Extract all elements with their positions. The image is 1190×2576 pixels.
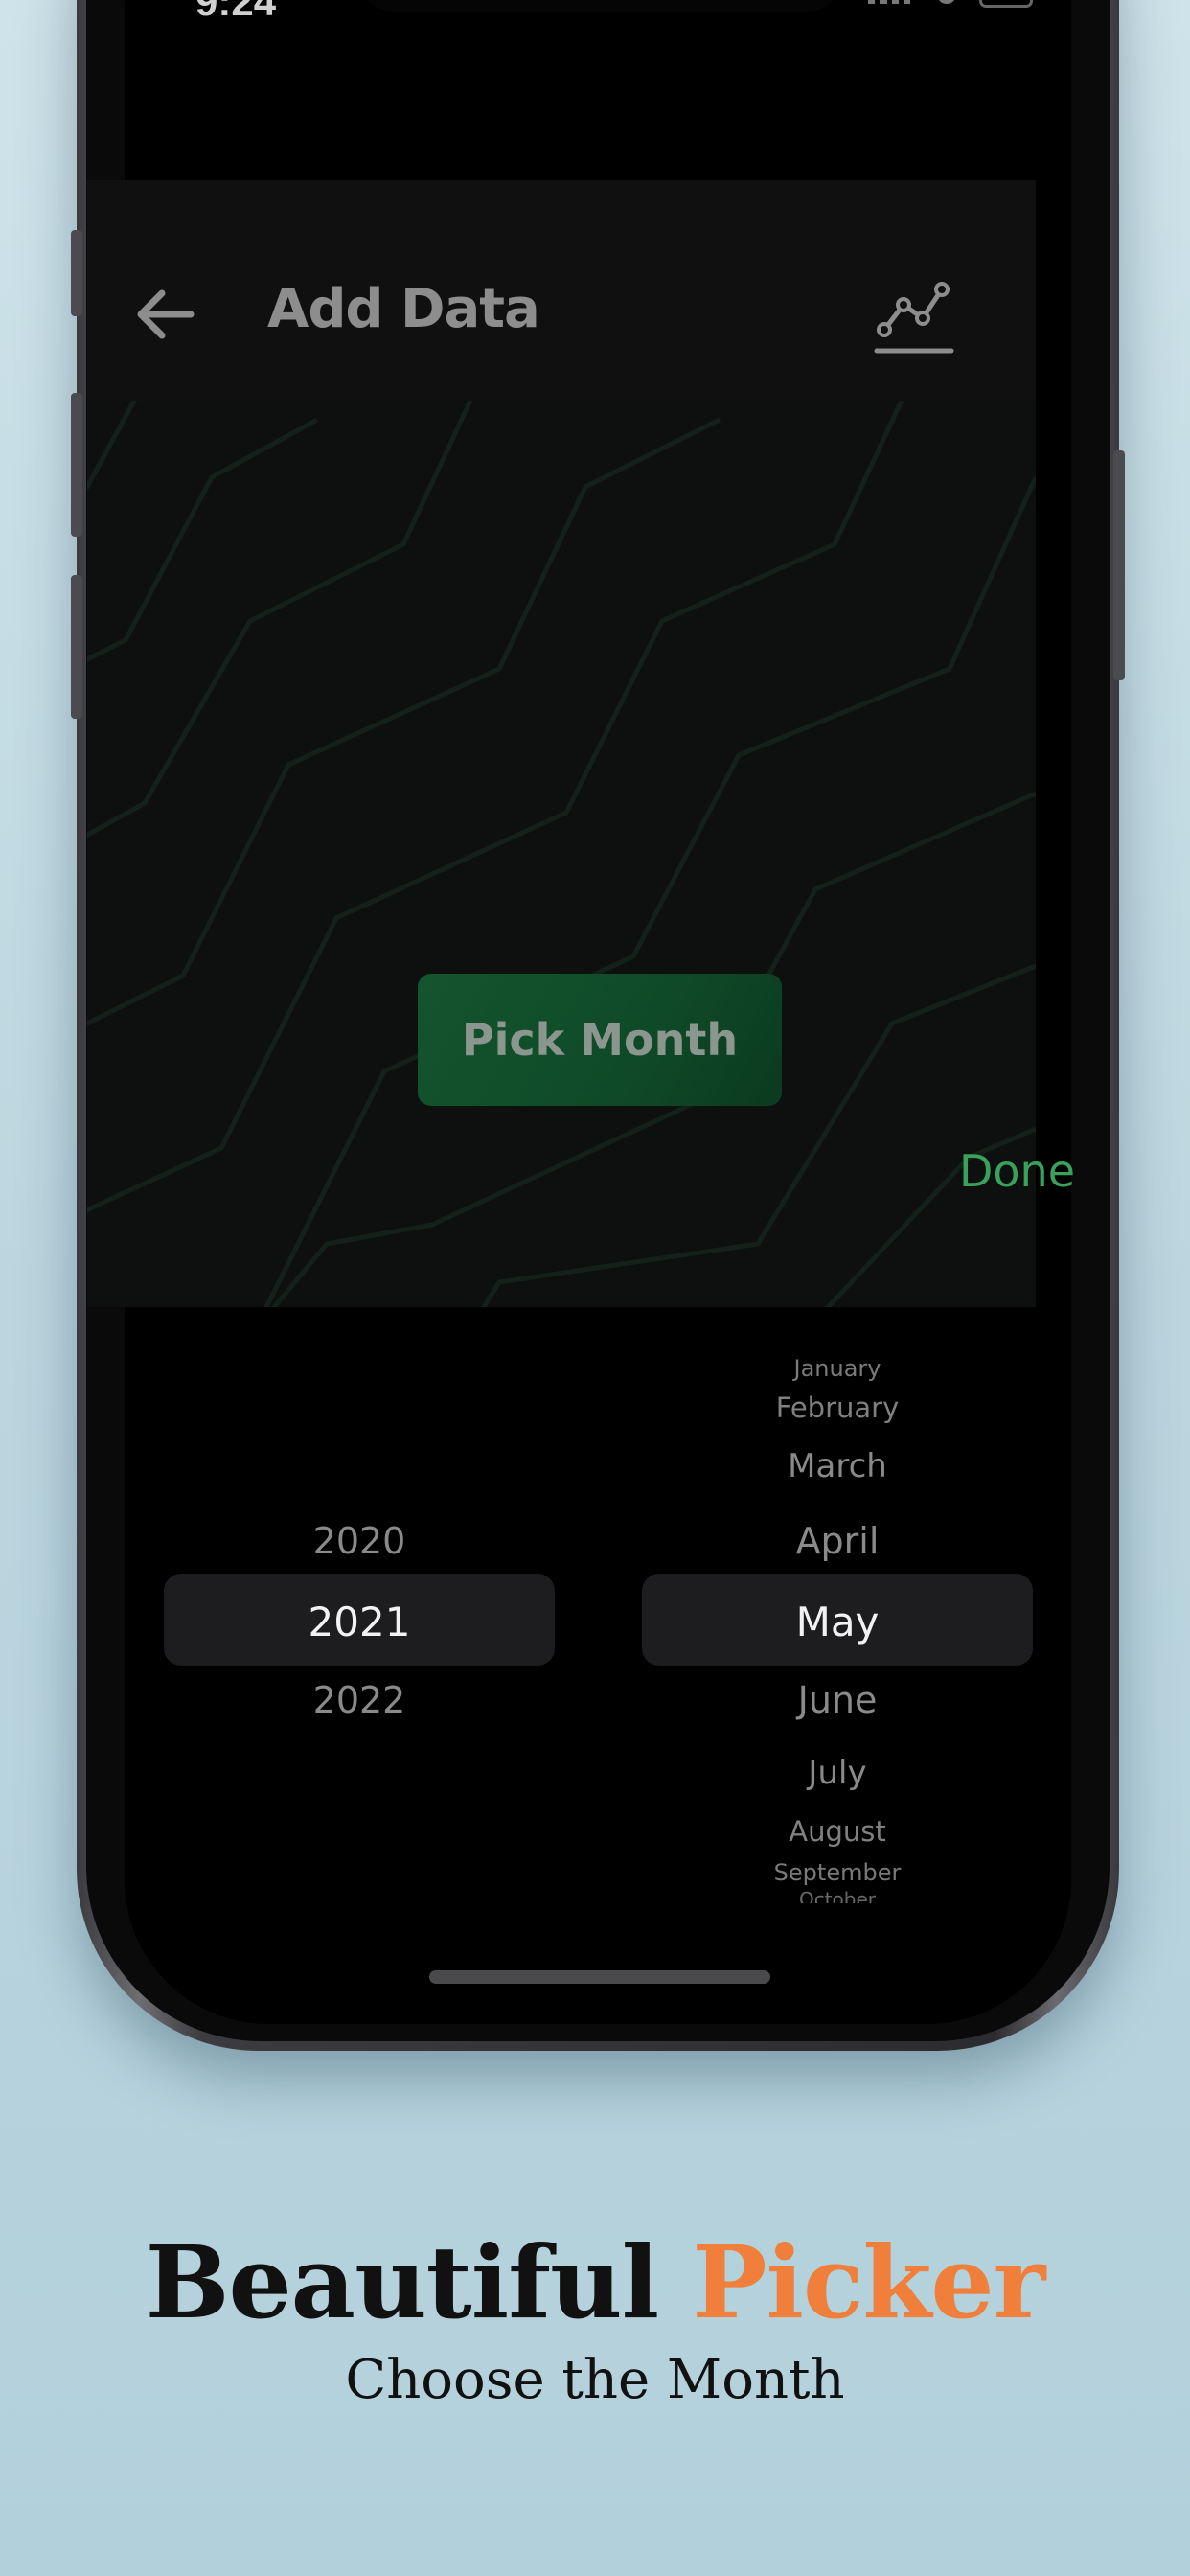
back-button[interactable] — [126, 276, 202, 353]
month-option[interactable]: June — [642, 1679, 1033, 1721]
month-option[interactable]: February — [642, 1392, 1033, 1424]
month-option[interactable]: July — [642, 1754, 1033, 1792]
year-option[interactable]: 2020 — [164, 1520, 555, 1562]
headline-main: Beautiful — [145, 2223, 659, 2341]
month-option[interactable]: August — [642, 1815, 1033, 1848]
done-button[interactable]: Done — [959, 1145, 1075, 1197]
home-indicator — [429, 1970, 770, 1984]
battery-icon — [979, 0, 1033, 8]
caption: Beautiful Picker Choose the Month — [0, 2223, 1190, 2411]
month-picker[interactable]: January February March April May June Ju… — [642, 1342, 1033, 1917]
zigzag-pattern — [87, 380, 1036, 1307]
volume-down-button — [71, 575, 82, 719]
signal-icon — [868, 0, 910, 4]
month-option[interactable]: January — [642, 1355, 1033, 1382]
chart-button[interactable] — [873, 272, 959, 358]
headline: Beautiful Picker — [0, 2223, 1190, 2341]
power-button — [1113, 450, 1125, 680]
month-option[interactable]: March — [642, 1447, 1033, 1485]
month-option-selected[interactable]: May — [642, 1598, 1033, 1645]
arrow-left-icon — [137, 289, 195, 339]
year-option-selected[interactable]: 2021 — [164, 1598, 555, 1645]
month-option[interactable]: September — [642, 1859, 1033, 1886]
subtitle: Choose the Month — [345, 2349, 845, 2411]
pick-month-button[interactable]: Pick Month — [418, 974, 782, 1106]
volume-up-button — [71, 393, 82, 537]
notch — [356, 0, 845, 12]
mute-switch — [71, 230, 82, 316]
month-option[interactable]: April — [642, 1520, 1033, 1562]
background-pattern — [87, 380, 1036, 1307]
top-bar: Add Data — [87, 180, 1036, 401]
line-chart-icon — [874, 282, 954, 354]
year-picker[interactable]: 2020 2021 2022 — [164, 1495, 555, 1744]
month-option[interactable]: October — [642, 1888, 1033, 1903]
app-view: Add Data Pick Month — [87, 180, 1036, 1307]
year-option[interactable]: 2022 — [164, 1679, 555, 1721]
status-time: 9:24 — [195, 0, 277, 24]
headline-accent: Picker — [692, 2223, 1045, 2341]
page-title: Add Data — [267, 278, 540, 340]
